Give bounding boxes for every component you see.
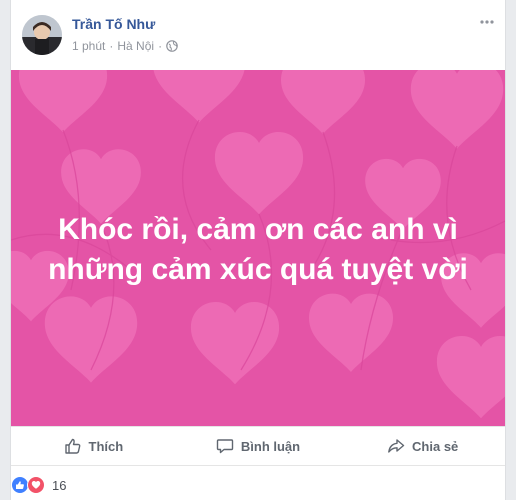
post-text: Khóc rồi, cảm ơn các anh vì những cảm xú… [11,210,505,290]
globe-icon[interactable] [166,40,178,52]
share-button[interactable]: Chia sẻ [340,427,505,465]
share-label: Chia sẻ [412,438,459,454]
comment-icon [216,439,234,454]
reaction-count: 16 [52,477,67,493]
author-name[interactable]: Trần Tố Như [72,16,155,32]
meta-separator: · [109,39,114,53]
like-button[interactable]: Thích [11,427,176,465]
love-reaction-icon [27,476,45,494]
post-card: Trần Tố Như 1 phút · Hà Nội · Khóc rồi, … [10,0,506,500]
reactions-summary[interactable]: 16 [11,474,66,496]
more-options-button[interactable] [475,12,499,32]
avatar[interactable] [22,15,62,55]
thumbs-up-icon [64,438,80,454]
post-location[interactable]: Hà Nội [117,39,154,53]
meta-separator-2: · [158,39,163,53]
post-time[interactable]: 1 phút [72,39,105,53]
like-label: Thích [88,438,124,454]
profile-photo [22,15,62,55]
post-header: Trần Tố Như 1 phút · Hà Nội · [11,0,505,70]
share-icon [388,439,405,453]
action-bar: Thích Bình luận Chia sẻ [11,426,505,466]
ellipsis-icon [480,20,494,24]
comment-button[interactable]: Bình luận [176,427,341,465]
post-meta: 1 phút · Hà Nội · [72,39,178,53]
post-text-line-2: những cảm xúc quá tuyệt vời [48,253,468,286]
comment-label: Bình luận [240,438,301,454]
post-background: Khóc rồi, cảm ơn các anh vì những cảm xú… [11,70,505,426]
post-text-line-1: Khóc rồi, cảm ơn các anh vì [58,213,458,246]
